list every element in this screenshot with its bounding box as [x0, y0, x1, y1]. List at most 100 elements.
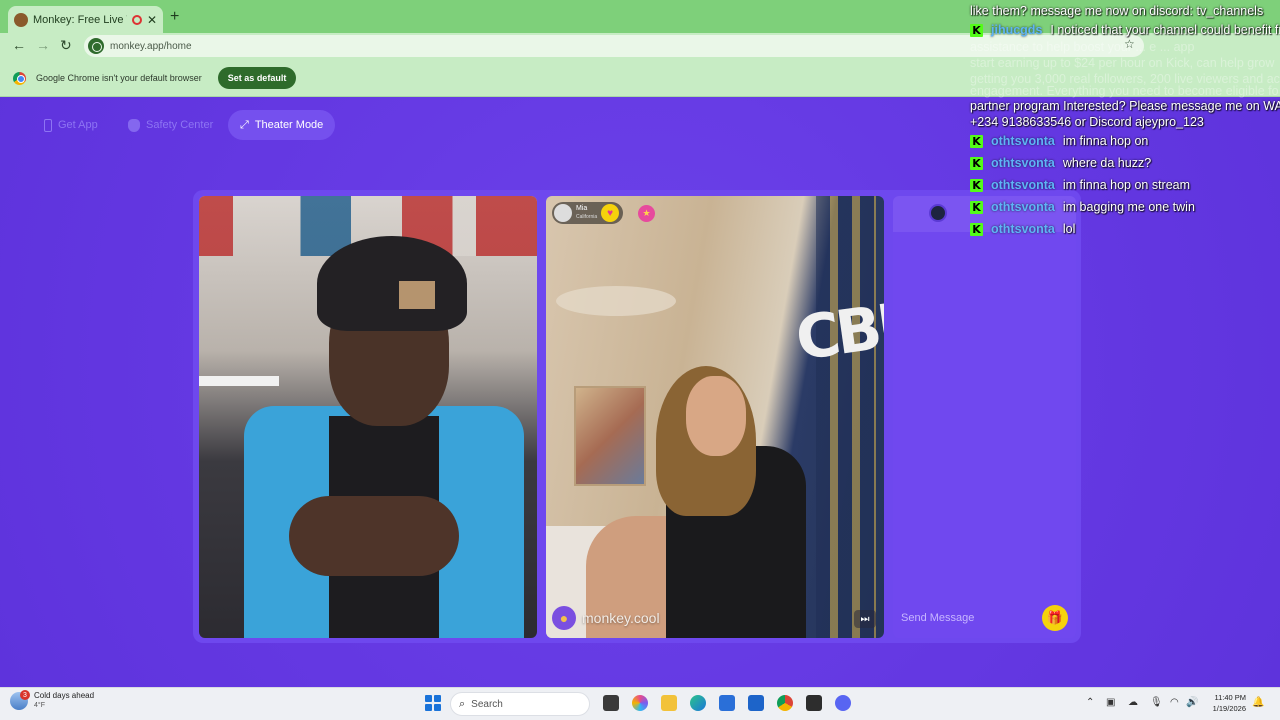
- clock-time: 11:40 PM: [1214, 693, 1246, 702]
- task-view-icon[interactable]: [603, 695, 619, 711]
- background-ceiling-fan: [556, 286, 676, 316]
- cloud-icon[interactable]: ☁: [1128, 697, 1138, 708]
- infobar-message: Google Chrome isn't your default browser: [36, 73, 202, 83]
- theater-mode-button[interactable]: ⤢ Theater Mode: [228, 110, 336, 140]
- store-icon[interactable]: [719, 695, 735, 711]
- overlay-line: engagement. Everything you need to becom…: [970, 84, 1279, 98]
- chat-message: K jihucgds I noticed that your channel c…: [970, 21, 1280, 39]
- tray-overflow-icon[interactable]: ⌃: [1086, 697, 1094, 708]
- nav-safety-center[interactable]: Safety Center: [128, 110, 213, 140]
- reaction-badge-icon[interactable]: ★: [638, 205, 655, 222]
- person-hands: [289, 496, 459, 576]
- file-explorer-icon[interactable]: [661, 695, 677, 711]
- notification-bell-icon[interactable]: 🔔: [1252, 697, 1264, 708]
- notification-badge: 3: [20, 690, 30, 700]
- network-app-icon[interactable]: ▣: [1106, 697, 1115, 708]
- match-name: Mia: [576, 205, 588, 212]
- match-user-meta: Mia California: [576, 204, 597, 222]
- copilot-icon[interactable]: [632, 695, 648, 711]
- chat-message: K othtsvonta lol: [970, 220, 1075, 238]
- reload-icon[interactable]: ↻: [60, 37, 72, 54]
- match-user-pill[interactable]: Mia California ♥: [552, 202, 624, 224]
- volume-icon[interactable]: 🔊: [1186, 697, 1198, 708]
- kick-badge-icon: K: [970, 134, 983, 148]
- kick-app-icon[interactable]: [806, 695, 822, 711]
- close-tab-icon[interactable]: ✕: [147, 13, 157, 27]
- kick-badge-icon: K: [970, 222, 983, 236]
- kick-badge-icon: K: [970, 156, 983, 170]
- forward-icon[interactable]: →: [36, 37, 50, 53]
- chat-username: jihucgds: [991, 23, 1043, 37]
- windows-start-icon[interactable]: [425, 695, 441, 711]
- heart-icon[interactable]: ♥: [601, 204, 620, 222]
- set-as-default-button[interactable]: Set as default: [217, 67, 297, 89]
- avatar[interactable]: [929, 204, 947, 222]
- weather-widget[interactable]: 3 Cold days ahead 4°F: [10, 690, 95, 711]
- nav-safety-center-label: Safety Center: [146, 119, 214, 131]
- chat-text: im bagging me one twin: [1062, 200, 1195, 214]
- chat-message: K othtsvonta im bagging me one twin: [970, 198, 1195, 216]
- chat-text: where da huzz?: [1062, 156, 1152, 170]
- nav-get-app-label: Get App: [58, 119, 98, 131]
- chat-text: im finna hop on stream: [1062, 178, 1191, 192]
- chrome-icon[interactable]: [777, 695, 793, 711]
- windows-taskbar: 3 Cold days ahead 4°F ⌕ Search ⌃ ▣ ☁ 🎙 ◠…: [0, 687, 1280, 720]
- monkey-logo-icon: ●: [552, 606, 576, 630]
- taskbar-clock[interactable]: 11:40 PM 1/19/2026: [1204, 692, 1246, 714]
- wifi-icon[interactable]: ◠: [1170, 697, 1179, 708]
- avatar: [554, 204, 572, 222]
- url-text: monkey.app/home: [110, 40, 192, 52]
- overlay-line: +234 9138633546 or Discord ajeypro_123: [970, 115, 1204, 129]
- skip-next-icon[interactable]: ⏭: [854, 610, 876, 628]
- discord-icon[interactable]: [835, 695, 851, 711]
- chat-username: othtsvonta: [991, 178, 1055, 192]
- weather-title: Cold days ahead: [34, 691, 95, 700]
- chat-username: othtsvonta: [991, 222, 1055, 236]
- microphone-icon[interactable]: 🎙: [1150, 697, 1163, 708]
- beanie-patch: [399, 281, 435, 309]
- nav-get-app[interactable]: Get App: [44, 110, 98, 140]
- taskbar-search[interactable]: ⌕ Search: [450, 692, 590, 716]
- chat-username: othtsvonta: [991, 156, 1055, 170]
- watermark-text: monkey.cool: [582, 610, 660, 626]
- chrome-logo-icon: [13, 71, 26, 85]
- recording-icon: [131, 14, 142, 25]
- chat-text: lol: [1062, 222, 1076, 236]
- kick-badge-icon: K: [970, 178, 983, 192]
- chat-username: othtsvonta: [991, 134, 1055, 148]
- tab-title: Monkey: Free Live Video Ch: [33, 13, 127, 26]
- local-video-feed: [199, 196, 537, 638]
- match-location: California: [576, 214, 598, 220]
- edge-icon[interactable]: [690, 695, 706, 711]
- gift-icon[interactable]: 🎁: [1042, 605, 1068, 631]
- background-poster: [574, 386, 646, 486]
- monkey-watermark: ● monkey.cool: [552, 606, 660, 630]
- theater-mode-label: Theater Mode: [254, 119, 324, 131]
- kick-badge-icon: K: [970, 23, 983, 37]
- browser-tab[interactable]: Monkey: Free Live Video Ch ✕: [8, 6, 163, 33]
- person-face: [686, 376, 746, 456]
- kick-badge-icon: K: [970, 200, 983, 214]
- phone-icon: [44, 118, 52, 132]
- overlay-line: assistance to help boost your ... e ... …: [970, 40, 1195, 54]
- overlay-line: start earning up to $24 per hour on Kick…: [970, 56, 1275, 70]
- background-shelf: [199, 376, 279, 386]
- search-icon: ⌕: [459, 697, 466, 710]
- chat-placeholder: Send Message: [901, 612, 975, 624]
- video-chat-stage: CBU Mia California ♥ ★ ● monkey.cool ⏭ S…: [193, 190, 1081, 643]
- overlay-line: like them? message me now on discord: tv…: [970, 4, 1264, 18]
- new-tab-icon[interactable]: +: [170, 8, 179, 26]
- expand-icon: ⤢: [240, 118, 249, 131]
- chat-panel: Send Message 🎁: [893, 196, 1076, 638]
- chat-message: K othtsvonta im finna hop on: [970, 132, 1148, 150]
- weather-temp: 4°F: [34, 702, 45, 709]
- chat-message: K othtsvonta where da huzz?: [970, 154, 1151, 172]
- send-message-input[interactable]: Send Message 🎁: [893, 598, 1076, 638]
- overlay-line: partner program Interested? Please messa…: [970, 99, 1280, 113]
- person-beanie: [317, 236, 467, 331]
- back-icon[interactable]: ←: [12, 37, 26, 53]
- monkey-favicon-icon: [14, 12, 28, 27]
- outlook-icon[interactable]: [748, 695, 764, 711]
- site-info-icon[interactable]: [88, 38, 104, 54]
- stream-chat-overlay: like them? message me now on discord: tv…: [968, 0, 1280, 240]
